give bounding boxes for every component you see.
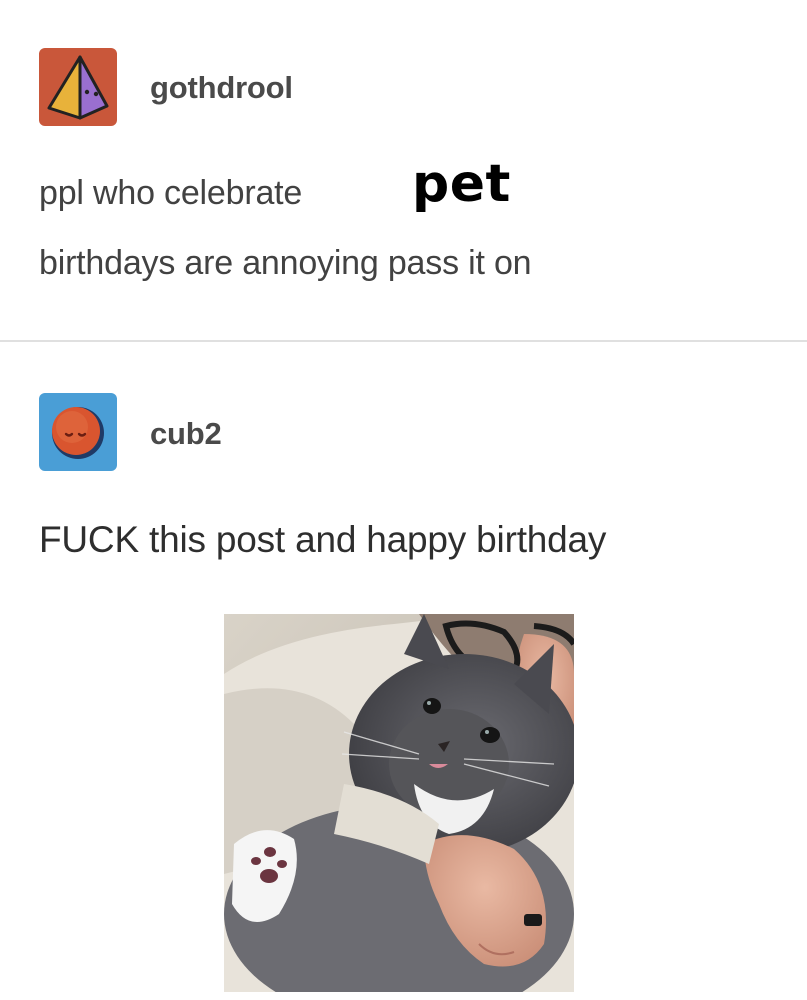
username[interactable]: gothdrool [150,70,293,106]
sleepy-moon-avatar-icon [39,393,117,471]
post-gothdrool: gothdrool ppl who celebrate pet birthday… [0,0,807,342]
post-body-line-1: ppl who celebrate [39,174,303,212]
username[interactable]: cub2 [150,416,222,452]
cat-photo-illustration [224,614,574,992]
post-body: FUCK this post and happy birthday [39,519,607,560]
avatar[interactable] [39,393,117,471]
post-body-line-2: birthdays are annoying pass it on [39,244,532,282]
post-cub2: cub2 FUCK this post and happy birthday [0,344,807,1000]
cat-photo[interactable] [224,614,574,992]
avatar[interactable] [39,48,117,126]
post-divider [0,340,807,342]
triangle-avatar-icon [39,48,117,126]
overlay-word: pet [412,154,511,214]
